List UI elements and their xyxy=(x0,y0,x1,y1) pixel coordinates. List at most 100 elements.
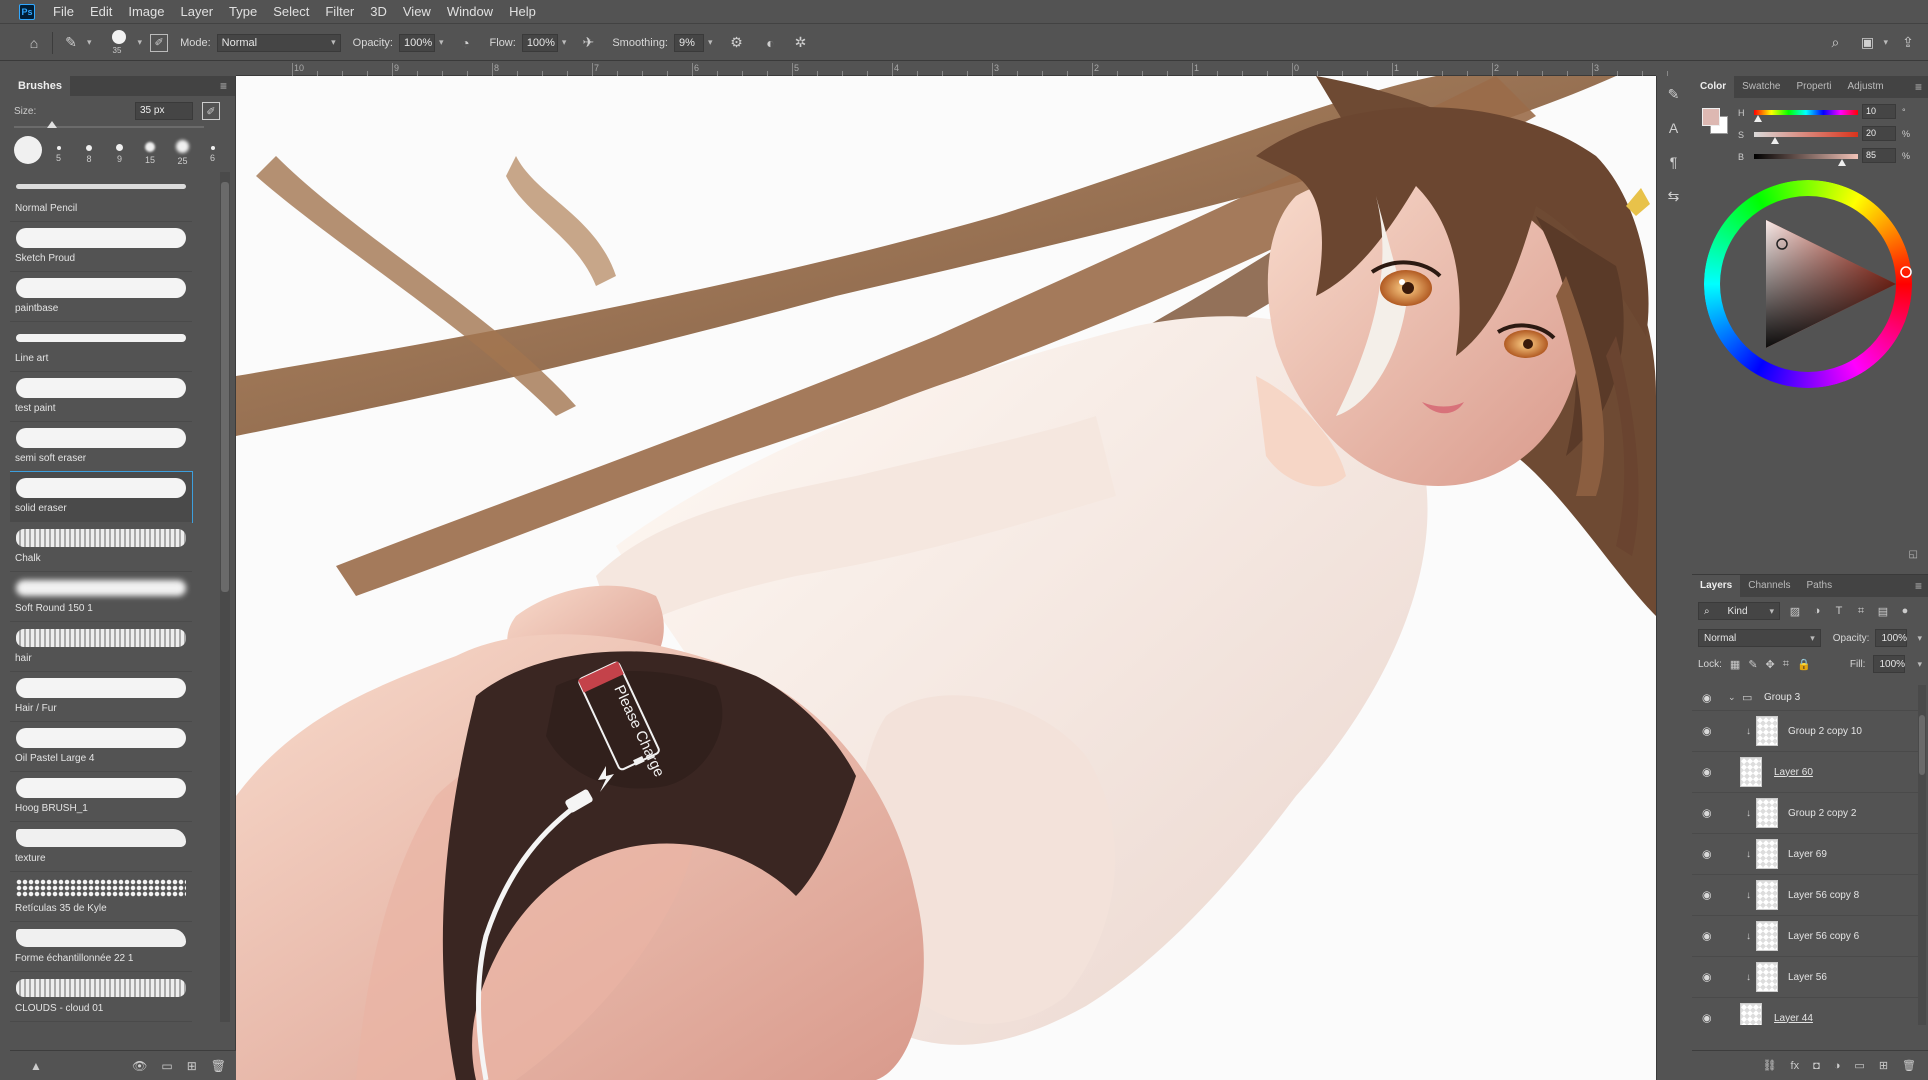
trash-icon[interactable]: 🗑 xyxy=(1902,1059,1916,1072)
saturation-slider-thumb[interactable] xyxy=(1771,137,1779,144)
tab-channels[interactable]: Channels xyxy=(1740,575,1798,597)
layer-row[interactable]: ◉ Layer 44 xyxy=(1692,998,1918,1025)
chevron-down-icon[interactable]: ▾ xyxy=(562,37,567,48)
hue-field[interactable]: 10 xyxy=(1862,104,1896,119)
layer-row[interactable]: ◉ ↓ Layer 56 copy 6 xyxy=(1692,916,1918,957)
blend-mode-select[interactable]: Normal ▾ xyxy=(1698,629,1821,647)
add-mask-icon[interactable]: ◘ xyxy=(1813,1060,1820,1072)
search-icon[interactable]: ⌕ xyxy=(1823,31,1847,55)
layer-thumbnail[interactable] xyxy=(1740,757,1762,787)
new-group-icon[interactable]: ▭ xyxy=(1854,1059,1864,1072)
brush-tip[interactable]: 5 xyxy=(56,138,61,163)
chevron-down-icon[interactable]: ▾ xyxy=(1883,37,1888,48)
menu-help[interactable]: Help xyxy=(501,0,544,24)
layer-thumbnail[interactable] xyxy=(1756,716,1778,746)
menu-edit[interactable]: Edit xyxy=(82,0,120,24)
link-layers-icon[interactable]: ⛓ xyxy=(1763,1059,1777,1072)
airbrush-icon[interactable]: ✈ xyxy=(576,31,600,55)
menu-type[interactable]: Type xyxy=(221,0,265,24)
shape-filter-icon[interactable]: ⌗ xyxy=(1854,605,1868,618)
pressure-opacity-icon[interactable]: ◔ xyxy=(454,31,478,55)
lock-all-icon[interactable]: 🔒 xyxy=(1797,658,1811,671)
visibility-eye-icon[interactable]: ◉ xyxy=(1702,725,1712,738)
visibility-eye-icon[interactable]: ◉ xyxy=(1702,930,1712,943)
document-canvas[interactable]: Please Charge xyxy=(236,76,1656,1080)
brush-settings-toggle-icon[interactable]: ✐ xyxy=(150,33,169,52)
adjustment-filter-icon[interactable]: ◑ xyxy=(1810,605,1824,617)
brightness-slider-thumb[interactable] xyxy=(1838,159,1846,166)
menu-file[interactable]: File xyxy=(45,0,82,24)
visibility-eye-icon[interactable]: ◉ xyxy=(1702,971,1712,984)
brush-preset-item[interactable]: Oil Pastel Large 4 xyxy=(10,722,192,772)
fill-field[interactable]: 100% xyxy=(1873,655,1906,673)
layer-opacity-field[interactable]: 100% xyxy=(1875,629,1908,647)
scrollbar-thumb[interactable] xyxy=(221,182,229,592)
character-panel-icon[interactable]: A xyxy=(1661,116,1687,140)
layer-thumbnail[interactable] xyxy=(1756,921,1778,951)
tab-swatches[interactable]: Swatche xyxy=(1734,76,1788,98)
size-slider[interactable] xyxy=(14,121,204,128)
new-brush-icon[interactable]: ⊞ xyxy=(187,1059,197,1073)
brush-preset-item[interactable]: solid eraser xyxy=(10,471,193,523)
chevron-down-icon[interactable]: ▾ xyxy=(1917,659,1922,670)
layer-thumbnail[interactable] xyxy=(1756,839,1778,869)
brush-preset-item[interactable]: semi soft eraser xyxy=(10,422,192,472)
saturation-field[interactable]: 20 xyxy=(1862,126,1896,141)
layer-row[interactable]: ◉ ↓ Layer 56 copy 8 xyxy=(1692,875,1918,916)
brush-preset-item[interactable]: texture xyxy=(10,822,192,872)
tab-layers[interactable]: Layers xyxy=(1692,575,1741,597)
brush-list-scrollbar[interactable] xyxy=(220,172,230,1022)
menu-image[interactable]: Image xyxy=(120,0,172,24)
visibility-eye-icon[interactable]: ◉ xyxy=(1702,691,1712,704)
brush-preset-item[interactable]: Line art xyxy=(10,322,192,372)
brush-preset-item[interactable]: test paint xyxy=(10,372,192,422)
layer-group-row[interactable]: ◉ ⌄ ▭ Group 3 xyxy=(1692,685,1918,711)
tab-paths[interactable]: Paths xyxy=(1799,575,1841,597)
menu-layer[interactable]: Layer xyxy=(173,0,222,24)
layer-thumbnail[interactable] xyxy=(1756,798,1778,828)
preview-icon[interactable]: ▲ xyxy=(30,1059,42,1073)
layer-style-icon[interactable]: fx xyxy=(1791,1060,1800,1072)
chevron-down-icon[interactable]: ▾ xyxy=(87,37,92,48)
layer-list-scrollbar[interactable] xyxy=(1918,685,1926,1025)
toggle-preview-icon[interactable]: 👁 xyxy=(132,1059,147,1073)
layer-thumbnail[interactable] xyxy=(1740,1003,1762,1025)
brush-preset-item[interactable]: Retículas 35 de Kyle xyxy=(10,872,192,922)
workspace-icon[interactable]: ▣ xyxy=(1855,31,1879,55)
brush-preset-item[interactable]: hair xyxy=(10,622,192,672)
foreground-color-swatch[interactable] xyxy=(1702,108,1720,126)
brush-tool-preset-icon[interactable]: ✎ xyxy=(59,31,83,55)
layer-row[interactable]: ◉ ↓ Layer 69 xyxy=(1692,834,1918,875)
hue-slider-thumb[interactable] xyxy=(1754,115,1762,122)
home-icon[interactable]: ⌂ xyxy=(22,31,46,55)
pressure-size-icon[interactable]: ◐ xyxy=(759,31,783,55)
image-filter-icon[interactable]: ▨ xyxy=(1788,605,1802,618)
panel-menu-icon[interactable]: ≡ xyxy=(1915,80,1922,94)
layer-thumbnail[interactable] xyxy=(1756,880,1778,910)
lock-pixels-icon[interactable]: ✎ xyxy=(1748,658,1757,671)
lock-transparency-icon[interactable]: ▦ xyxy=(1730,658,1740,671)
visibility-eye-icon[interactable]: ◉ xyxy=(1702,807,1712,820)
adjustment-layer-icon[interactable]: ◑ xyxy=(1834,1060,1841,1072)
chevron-down-icon[interactable]: ▾ xyxy=(439,37,444,48)
mode-select[interactable]: Normal ▾ xyxy=(216,33,341,52)
size-slider-thumb[interactable] xyxy=(47,121,57,128)
tab-properties[interactable]: Properti xyxy=(1788,76,1839,98)
brush-tip[interactable]: 9 xyxy=(116,138,123,164)
layer-thumbnail[interactable] xyxy=(1756,962,1778,992)
brush-preset-picker[interactable]: 35 xyxy=(104,28,134,58)
tab-adjustments[interactable]: Adjustm xyxy=(1839,76,1891,98)
chevron-down-icon[interactable]: ▾ xyxy=(138,37,143,48)
layer-row[interactable]: ◉ Layer 60 xyxy=(1692,752,1918,793)
menu-view[interactable]: View xyxy=(395,0,439,24)
size-field[interactable]: 35 px xyxy=(135,102,193,120)
lock-artboard-icon[interactable]: ⌗ xyxy=(1783,658,1789,671)
trash-icon[interactable]: 🗑 xyxy=(211,1059,226,1073)
chevron-down-icon[interactable]: ⌄ xyxy=(1728,692,1736,703)
brush-preset-item[interactable]: paintbase xyxy=(10,272,192,322)
brush-preset-item[interactable]: Chalk xyxy=(10,522,192,572)
visibility-eye-icon[interactable]: ◉ xyxy=(1702,1012,1712,1025)
menu-window[interactable]: Window xyxy=(439,0,501,24)
brush-preset-item[interactable]: Forme échantillonnée 22 1 xyxy=(10,922,192,972)
chevron-down-icon[interactable]: ▾ xyxy=(1917,633,1922,644)
